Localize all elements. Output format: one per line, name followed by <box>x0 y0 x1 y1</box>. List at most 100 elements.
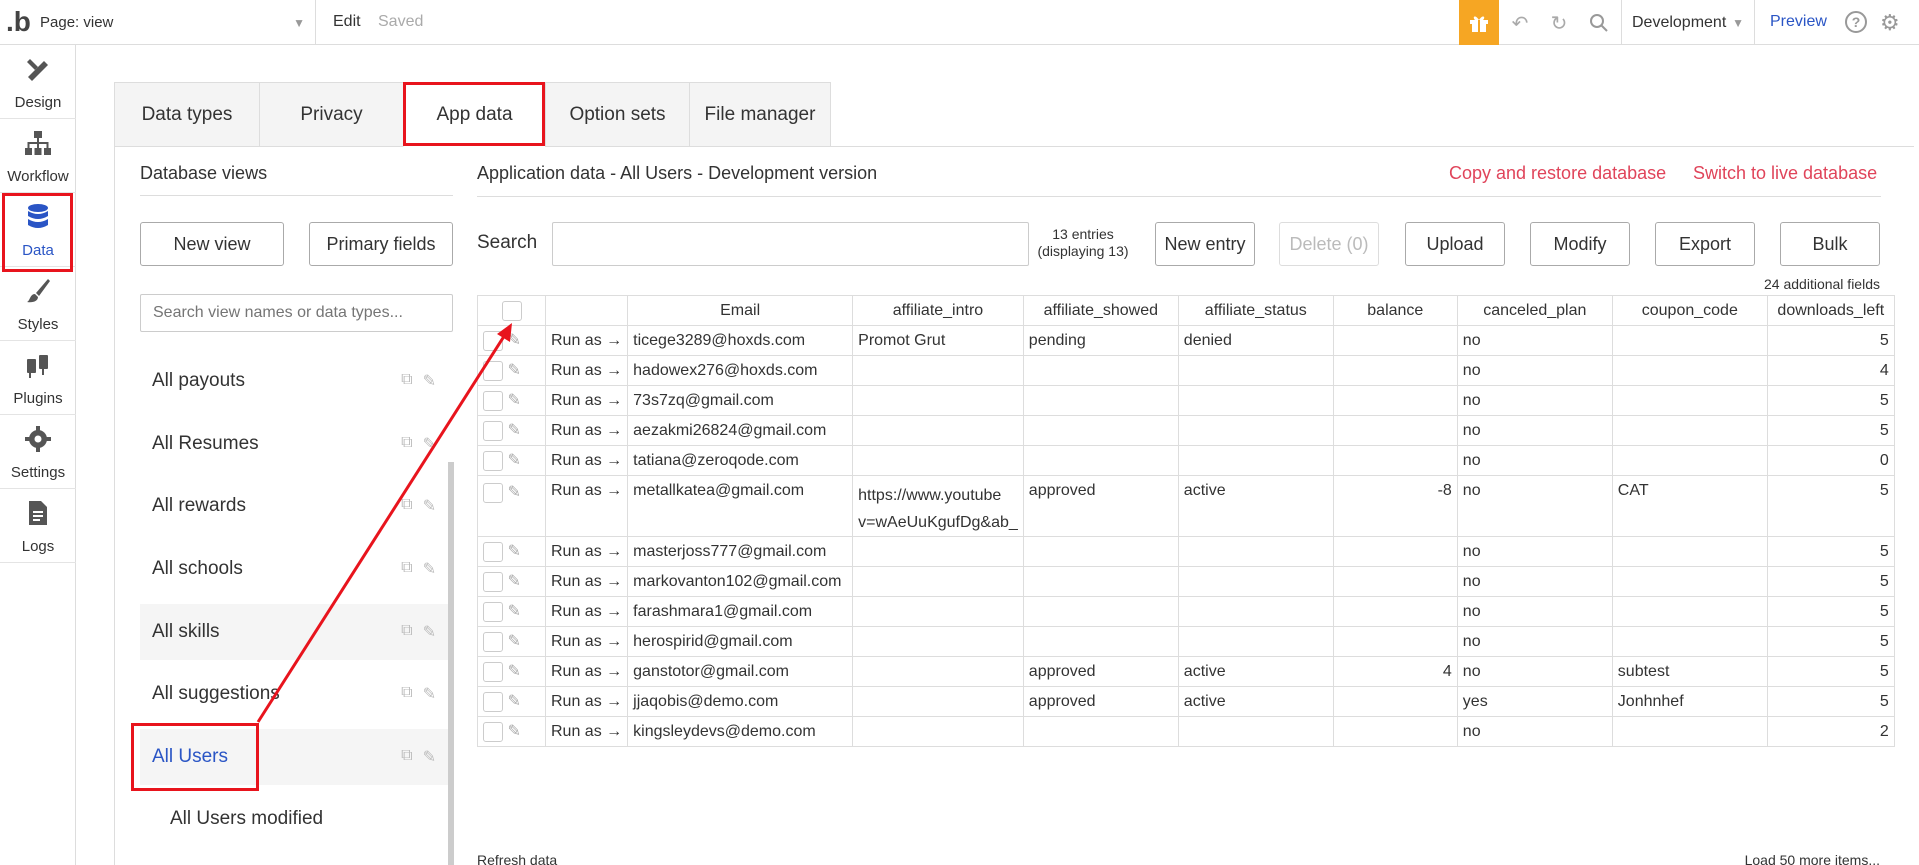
table-row[interactable]: ✎ Run as → kingsleydevs@demo.com no 2 <box>477 716 1895 747</box>
sidebar-item-styles[interactable]: Styles <box>0 267 76 341</box>
sidebar-item-logs[interactable]: Logs <box>0 489 76 563</box>
table-row[interactable]: ✎ Run as → hadowex276@hoxds.com no 4 <box>477 355 1895 386</box>
run-as-link[interactable]: Run as → <box>544 716 629 747</box>
header-balance[interactable]: balance <box>1332 295 1458 326</box>
row-checkbox[interactable] <box>483 631 503 652</box>
pencil-icon[interactable]: ✎ <box>507 392 520 409</box>
pencil-icon[interactable]: ✎ <box>507 633 520 650</box>
pencil-icon[interactable]: ✎ <box>507 603 520 620</box>
pencil-icon[interactable]: ✎ <box>507 422 520 439</box>
copy-icon[interactable]: ⧉ <box>401 622 412 642</box>
row-checkbox[interactable] <box>483 482 503 503</box>
table-row[interactable]: ✎ Run as → aezakmi26824@gmail.com no 5 <box>477 415 1895 446</box>
run-as-link[interactable]: Run as → <box>544 445 629 476</box>
row-checkbox[interactable] <box>483 691 503 712</box>
page-selector[interactable]: Page: view ▼ <box>30 0 316 45</box>
run-as-link[interactable]: Run as → <box>544 686 629 717</box>
row-checkbox[interactable] <box>483 330 503 351</box>
run-as-link[interactable]: Run as → <box>544 355 629 386</box>
pencil-icon[interactable]: ✎ <box>423 371 436 391</box>
view-search-input[interactable] <box>140 294 453 332</box>
sidebar-item-design[interactable]: Design <box>0 45 76 119</box>
environment-selector[interactable]: Development ▼ <box>1621 0 1755 45</box>
pencil-icon[interactable]: ✎ <box>423 496 436 516</box>
header-downloads-left[interactable]: downloads_left <box>1766 295 1895 326</box>
pencil-icon[interactable]: ✎ <box>507 452 520 469</box>
run-as-link[interactable]: Run as → <box>544 536 629 567</box>
gift-button[interactable] <box>1459 0 1499 45</box>
tab-data-types[interactable]: Data types <box>114 82 259 147</box>
pencil-icon[interactable]: ✎ <box>507 573 520 590</box>
run-as-link[interactable]: Run as → <box>544 626 629 657</box>
pencil-icon[interactable]: ✎ <box>423 622 436 642</box>
table-row[interactable]: ✎ Run as → markovanton102@gmail.com no 5 <box>477 566 1895 597</box>
row-checkbox[interactable] <box>483 601 503 622</box>
view-item-all-rewards[interactable]: All rewards ⧉ ✎ <box>140 478 448 534</box>
header-affiliate-showed[interactable]: affiliate_showed <box>1022 295 1179 326</box>
pencil-icon[interactable]: ✎ <box>507 484 520 501</box>
table-row[interactable]: ✎ Run as → ganstotor@gmail.com approved acti… <box>477 656 1895 687</box>
sidebar-item-workflow[interactable]: Workflow <box>0 119 76 193</box>
table-row[interactable]: ✎ Run as → metallkatea@gmail.com https://ww… <box>477 475 1895 537</box>
view-item-all-schools[interactable]: All schools ⧉ ✎ <box>140 541 448 597</box>
header-affiliate-status[interactable]: affiliate_status <box>1177 295 1334 326</box>
primary-fields-button[interactable]: Primary fields <box>309 222 453 266</box>
pencil-icon[interactable]: ✎ <box>507 362 520 379</box>
table-row[interactable]: ✎ Run as → farashmara1@gmail.com no 5 <box>477 596 1895 627</box>
header-affiliate-intro[interactable]: affiliate_intro <box>852 295 1024 326</box>
run-as-link[interactable]: Run as → <box>544 566 629 597</box>
view-item-all-payouts[interactable]: All payouts ⧉ ✎ <box>140 353 448 409</box>
load-more-link[interactable]: Load 50 more items... <box>1700 852 1880 865</box>
refresh-data-link[interactable]: Refresh data <box>477 852 557 865</box>
copy-icon[interactable]: ⧉ <box>401 496 412 516</box>
entries-search-input[interactable] <box>552 222 1029 266</box>
header-coupon-code[interactable]: coupon_code <box>1611 295 1768 326</box>
modify-button[interactable]: Modify <box>1530 222 1630 266</box>
copy-icon[interactable]: ⧉ <box>401 747 412 767</box>
delete-button[interactable]: Delete (0) <box>1279 222 1379 266</box>
header-canceled-plan[interactable]: canceled_plan <box>1456 295 1613 326</box>
row-checkbox[interactable] <box>483 420 503 441</box>
undo-icon[interactable]: ↶ <box>1506 9 1534 37</box>
row-checkbox[interactable] <box>483 571 503 592</box>
tab-privacy[interactable]: Privacy <box>259 82 403 147</box>
pencil-icon[interactable]: ✎ <box>507 332 520 349</box>
view-item-all-resumes[interactable]: All Resumes ⧉ ✎ <box>140 416 448 472</box>
copy-icon[interactable]: ⧉ <box>401 434 412 454</box>
run-as-link[interactable]: Run as → <box>544 656 629 687</box>
pencil-icon[interactable]: ✎ <box>507 663 520 680</box>
pencil-icon[interactable]: ✎ <box>507 543 520 560</box>
switch-live-database-link[interactable]: Switch to live database <box>1693 163 1877 184</box>
run-as-link[interactable]: Run as → <box>544 415 629 446</box>
row-checkbox[interactable] <box>483 450 503 471</box>
search-icon[interactable] <box>1585 9 1613 37</box>
table-row[interactable]: ✎ Run as → masterjoss777@gmail.com no 5 <box>477 536 1895 567</box>
pencil-icon[interactable]: ✎ <box>423 684 436 704</box>
bubble-logo[interactable]: .b <box>6 8 31 36</box>
views-scrollbar[interactable] <box>448 462 454 865</box>
run-as-link[interactable]: Run as → <box>544 475 629 537</box>
settings-gear-icon[interactable]: ⚙ <box>1880 10 1900 36</box>
sidebar-item-plugins[interactable]: Plugins <box>0 341 76 415</box>
row-checkbox[interactable] <box>483 721 503 742</box>
bulk-button[interactable]: Bulk <box>1780 222 1880 266</box>
new-view-button[interactable]: New view <box>140 222 284 266</box>
pencil-icon[interactable]: ✎ <box>423 559 436 579</box>
view-item-all-skills[interactable]: All skills ⧉ ✎ <box>140 604 448 660</box>
row-checkbox[interactable] <box>483 661 503 682</box>
help-icon[interactable]: ? <box>1845 11 1867 33</box>
table-row[interactable]: ✎ Run as → tatiana@zeroqode.com no 0 <box>477 445 1895 476</box>
edit-menu[interactable]: Edit <box>333 13 361 31</box>
run-as-link[interactable]: Run as → <box>544 385 629 416</box>
copy-icon[interactable]: ⧉ <box>401 559 412 579</box>
copy-icon[interactable]: ⧉ <box>401 684 412 704</box>
row-checkbox[interactable] <box>483 541 503 562</box>
pencil-icon[interactable]: ✎ <box>507 693 520 710</box>
view-item-all-users-modified[interactable]: All Users modified <box>140 791 448 847</box>
sidebar-item-settings[interactable]: Settings <box>0 415 76 489</box>
header-email[interactable]: Email <box>627 295 854 326</box>
row-checkbox[interactable] <box>483 360 503 381</box>
preview-link[interactable]: Preview <box>1770 13 1827 31</box>
tab-option-sets[interactable]: Option sets <box>545 82 689 147</box>
redo-icon[interactable]: ↻ <box>1545 9 1573 37</box>
